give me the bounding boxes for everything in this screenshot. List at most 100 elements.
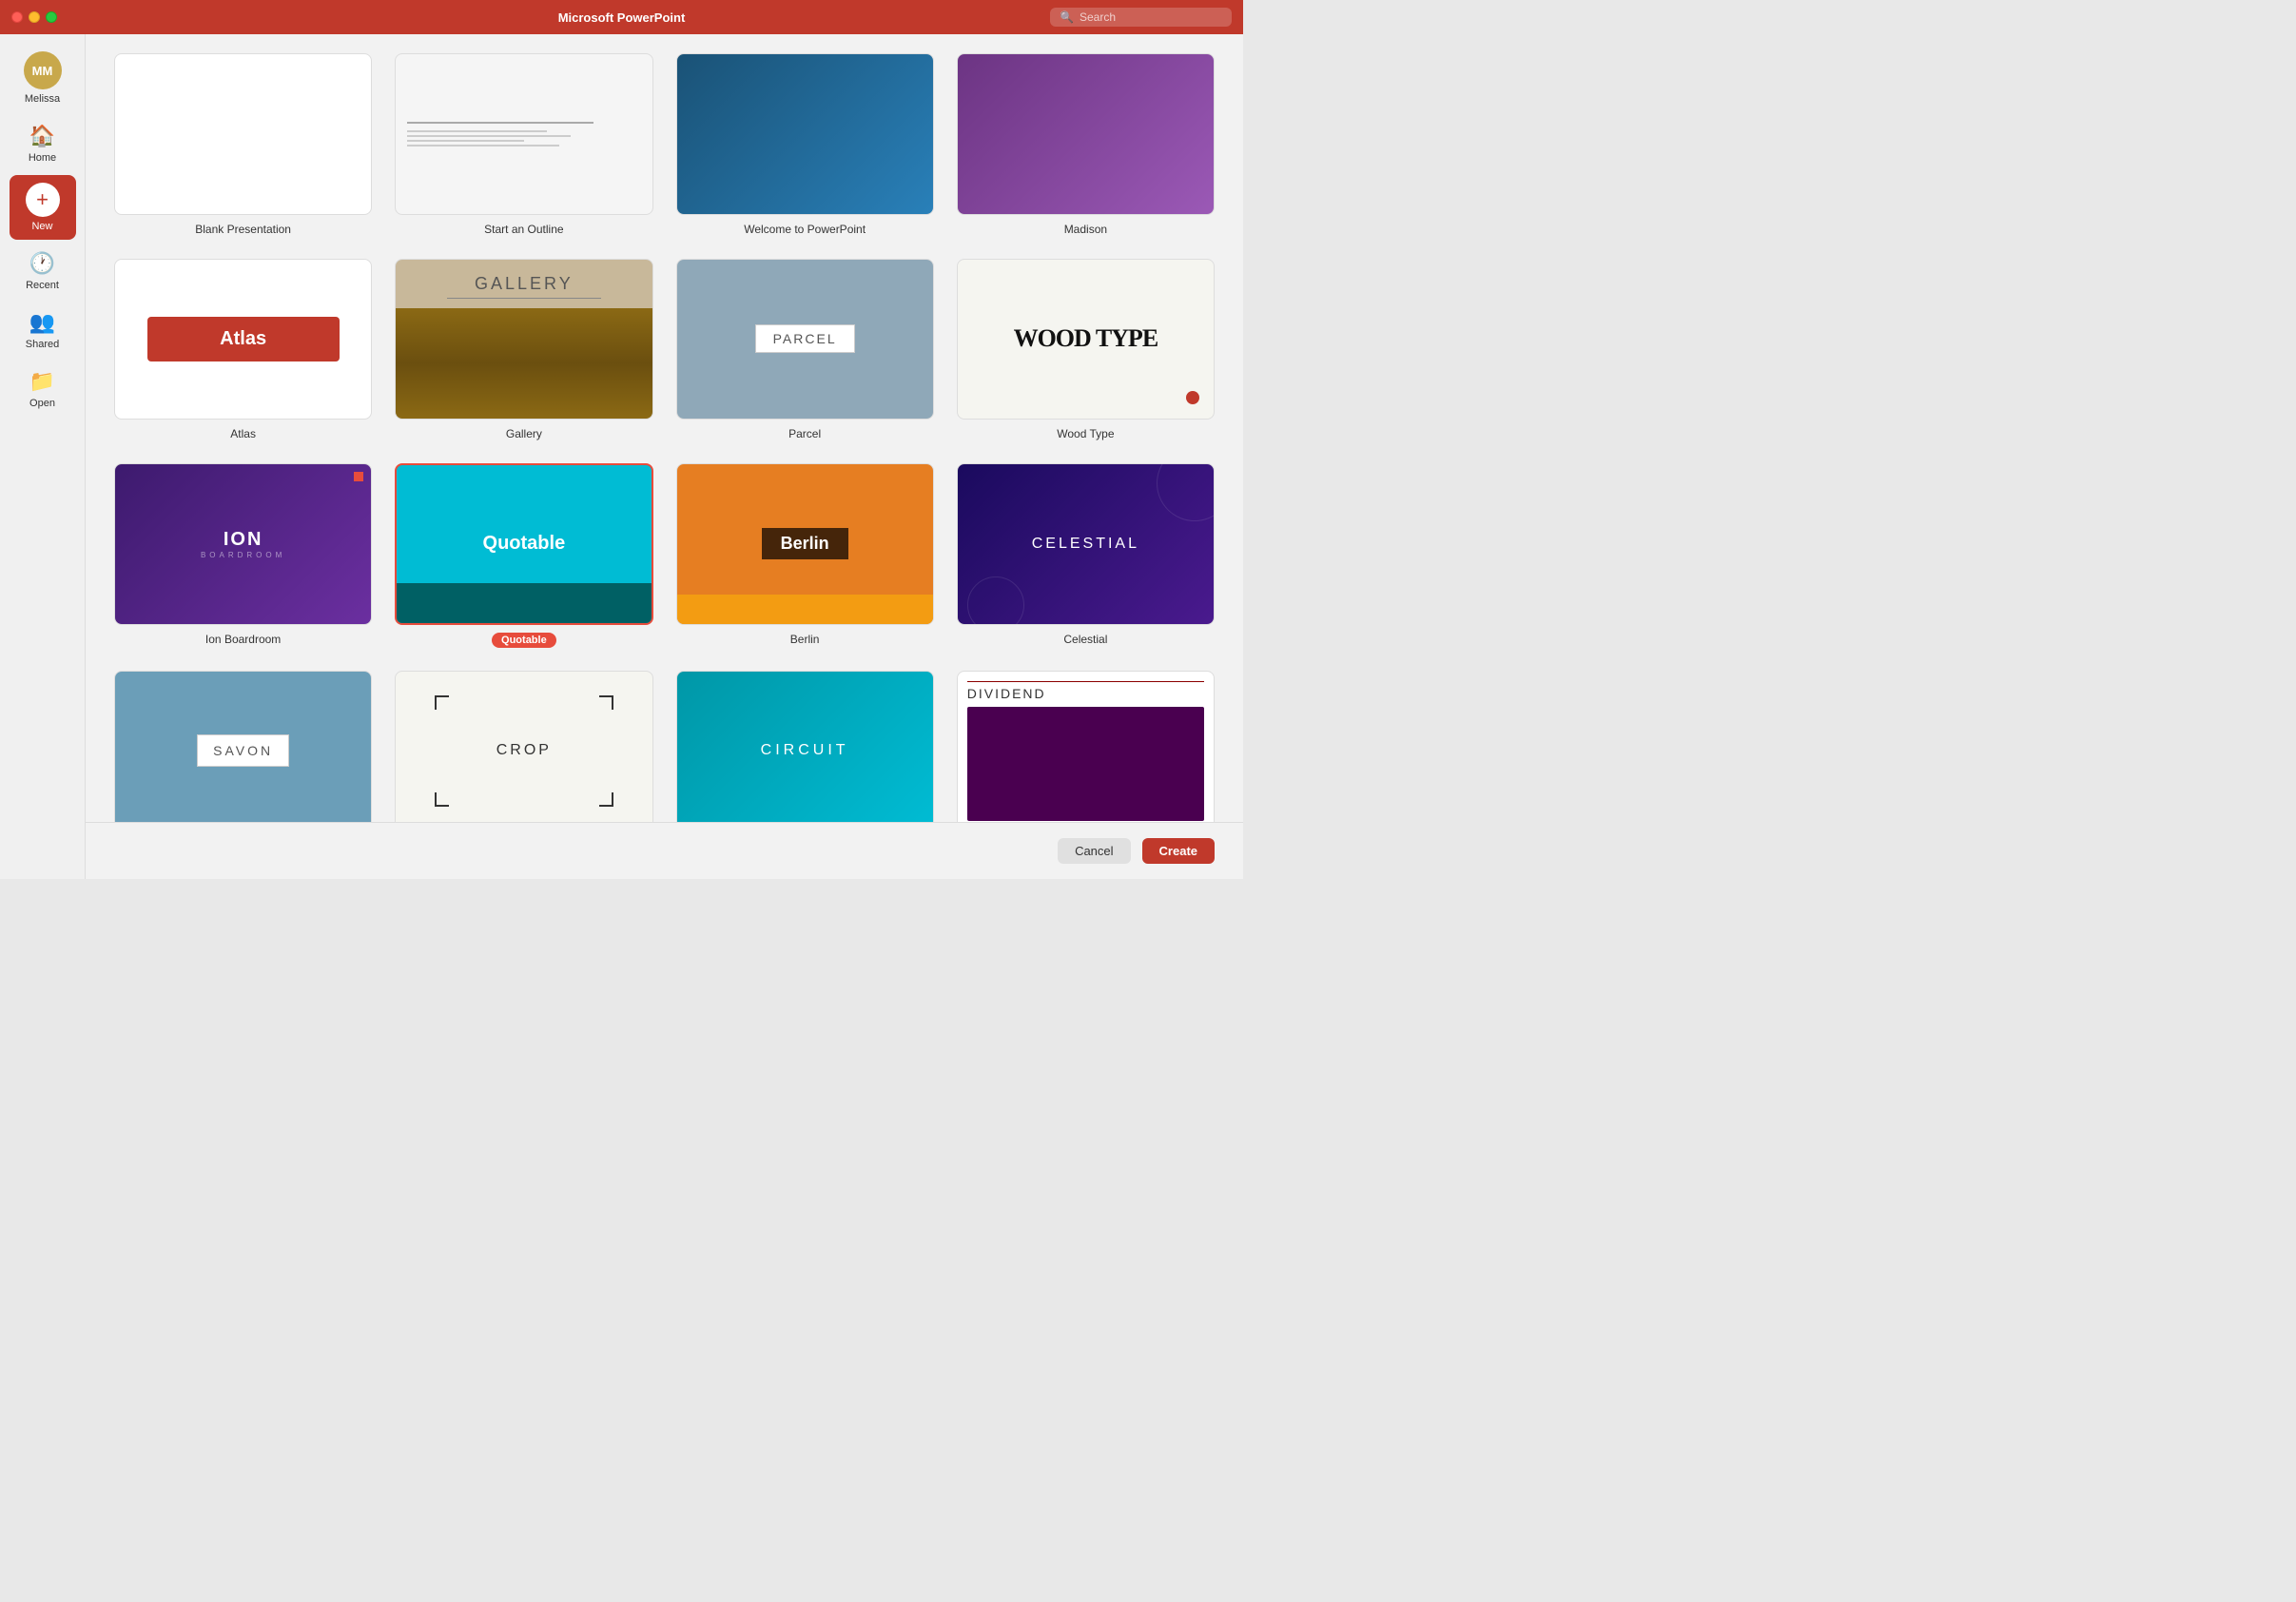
template-thumb-savon: SAVON <box>114 671 372 832</box>
sidebar-item-recent[interactable]: 🕐 Recent <box>10 244 76 299</box>
template-item-blank[interactable]: Blank Presentation <box>114 53 372 236</box>
close-button[interactable] <box>11 11 23 23</box>
ion-corner <box>354 472 363 481</box>
search-bar[interactable]: 🔍 <box>1050 8 1232 27</box>
wood-type-title: WOOD TYPE <box>1014 324 1158 353</box>
sidebar-recent-label: Recent <box>26 280 59 291</box>
titlebar: Microsoft PowerPoint 🔍 <box>0 0 1243 34</box>
sidebar-item-home[interactable]: 🏠 Home <box>10 116 76 171</box>
sidebar-new-label: New <box>31 221 52 232</box>
template-item-welcome[interactable]: Welcome to PowerPoint <box>676 53 934 236</box>
template-item-madison[interactable]: Madison <box>957 53 1215 236</box>
wood-type-dot <box>1186 391 1199 404</box>
template-thumb-blank <box>114 53 372 215</box>
template-item-gallery[interactable]: GALLERY Gallery <box>395 259 652 441</box>
cancel-button[interactable]: Cancel <box>1058 838 1130 864</box>
template-item-ion-boardroom[interactable]: ION BOARDROOM Ion Boardroom <box>114 463 372 648</box>
template-label-outline: Start an Outline <box>484 223 563 236</box>
template-thumb-circuit: CIRCUIT <box>676 671 934 832</box>
berlin-title: Berlin <box>762 528 848 559</box>
recent-icon: 🕐 <box>29 251 55 276</box>
new-icon: + <box>26 183 60 217</box>
template-thumb-atlas: Atlas <box>114 259 372 420</box>
sidebar-item-new[interactable]: + New <box>10 175 76 240</box>
quotable-title: Quotable <box>483 533 566 555</box>
open-icon: 📁 <box>29 369 55 394</box>
template-label-celestial: Celestial <box>1063 633 1107 646</box>
cel-circle-1 <box>1157 463 1215 521</box>
gallery-wood <box>396 308 652 420</box>
search-input[interactable] <box>1080 10 1222 24</box>
template-thumb-gallery: GALLERY <box>395 259 652 420</box>
atlas-title: Atlas <box>147 317 340 361</box>
sidebar-item-open[interactable]: 📁 Open <box>10 361 76 417</box>
template-grid: Atlas Atlas GALLERY Gallery PARCEL Parce… <box>114 259 1215 879</box>
gallery-title: GALLERY <box>475 274 574 294</box>
template-item-atlas[interactable]: Atlas Atlas <box>114 259 372 441</box>
crop-corner-tl <box>435 695 449 710</box>
template-thumb-ion: ION BOARDROOM <box>114 463 372 625</box>
crop-frame: CROP <box>435 695 613 807</box>
main-layout: MM Melissa 🏠 Home + New 🕐 Recent 👥 Share… <box>0 34 1243 879</box>
template-thumb-welcome <box>676 53 934 215</box>
search-icon: 🔍 <box>1060 10 1074 24</box>
template-label-atlas: Atlas <box>230 427 256 440</box>
content-area: Blank Presentation Start an Outline Welc… <box>86 34 1243 879</box>
minimize-button[interactable] <box>29 11 40 23</box>
celestial-title: CELESTIAL <box>1032 536 1139 553</box>
sidebar-open-label: Open <box>29 398 55 409</box>
avatar: MM <box>24 51 62 89</box>
cel-circle-2 <box>967 576 1024 625</box>
quotable-bottom <box>397 583 651 622</box>
template-item-wood-type[interactable]: WOOD TYPE Wood Type <box>957 259 1215 441</box>
template-label-berlin: Berlin <box>790 633 820 646</box>
template-label-welcome: Welcome to PowerPoint <box>744 223 866 236</box>
crop-corner-bl <box>435 792 449 807</box>
template-item-outline[interactable]: Start an Outline <box>395 53 652 236</box>
savon-title: SAVON <box>197 734 289 767</box>
top-templates-row: Blank Presentation Start an Outline Welc… <box>114 53 1215 236</box>
sidebar-home-label: Home <box>29 152 56 164</box>
app-title: Microsoft PowerPoint <box>558 10 686 25</box>
gallery-line <box>447 298 601 299</box>
crop-corner-tr <box>599 695 613 710</box>
sidebar-item-user[interactable]: MM Melissa <box>10 44 76 112</box>
sidebar: MM Melissa 🏠 Home + New 🕐 Recent 👥 Share… <box>0 34 86 879</box>
dividend-title: DIVIDEND <box>967 681 1204 701</box>
template-thumb-outline <box>395 53 652 215</box>
template-item-celestial[interactable]: CELESTIAL Celestial <box>957 463 1215 648</box>
bottom-bar: Cancel Create <box>86 822 1243 879</box>
sidebar-item-shared[interactable]: 👥 Shared <box>10 303 76 358</box>
parcel-title: PARCEL <box>755 324 855 353</box>
dividend-bar <box>967 707 1204 822</box>
template-label-ion-boardroom: Ion Boardroom <box>205 633 281 646</box>
template-item-berlin[interactable]: Berlin Berlin <box>676 463 934 648</box>
template-thumb-celestial: CELESTIAL <box>957 463 1215 625</box>
berlin-accent <box>677 595 933 623</box>
template-item-quotable[interactable]: Quotable Quotable <box>395 463 652 648</box>
crop-corner-br <box>599 792 613 807</box>
template-thumb-berlin: Berlin <box>676 463 934 625</box>
home-icon: 🏠 <box>29 124 55 148</box>
maximize-button[interactable] <box>46 11 57 23</box>
shared-icon: 👥 <box>29 310 55 335</box>
template-thumb-madison <box>957 53 1215 215</box>
window-controls <box>11 11 57 23</box>
template-label-parcel: Parcel <box>788 427 821 440</box>
template-thumb-wood-type: WOOD TYPE <box>957 259 1215 420</box>
template-label-madison: Madison <box>1064 223 1107 236</box>
template-thumb-quotable: Quotable <box>395 463 652 625</box>
sidebar-shared-label: Shared <box>26 339 59 350</box>
quotable-badge: Quotable <box>492 633 556 648</box>
template-label-wood-type: Wood Type <box>1057 427 1114 440</box>
ion-title: ION <box>224 529 263 551</box>
sidebar-user-label: Melissa <box>25 93 60 105</box>
circuit-title: CIRCUIT <box>761 742 849 759</box>
template-thumb-dividend: DIVIDEND <box>957 671 1215 832</box>
template-item-parcel[interactable]: PARCEL Parcel <box>676 259 934 441</box>
crop-title: CROP <box>496 742 552 759</box>
template-label-gallery: Gallery <box>506 427 542 440</box>
ion-subtitle: BOARDROOM <box>201 551 285 559</box>
create-button[interactable]: Create <box>1142 838 1215 864</box>
template-label-blank: Blank Presentation <box>195 223 291 236</box>
